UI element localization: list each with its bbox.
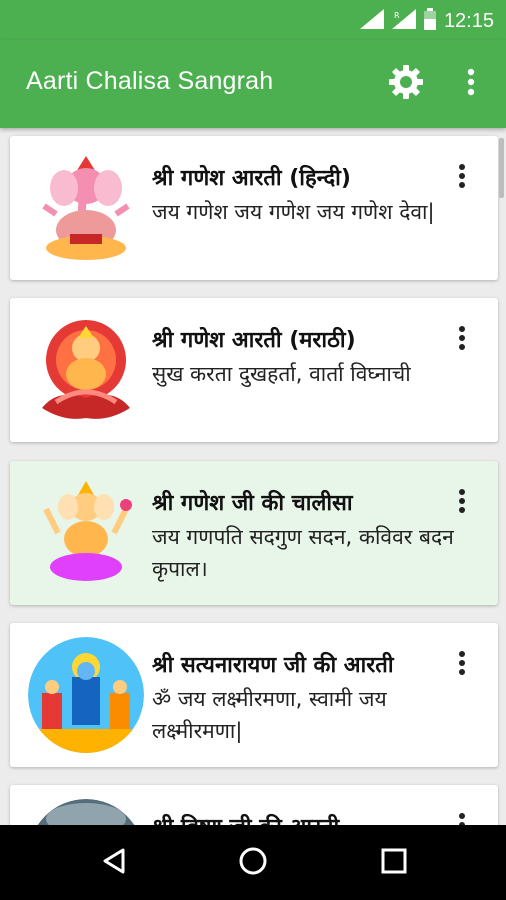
- more-options-button[interactable]: [456, 64, 486, 104]
- recents-button[interactable]: [374, 843, 414, 883]
- more-vert-icon: [458, 163, 466, 193]
- back-icon: [101, 847, 127, 879]
- satyanarayan-image: [28, 637, 144, 753]
- home-button[interactable]: [233, 843, 273, 883]
- ganesh-idol-image: [28, 150, 144, 266]
- item-menu-button[interactable]: [450, 324, 474, 356]
- app-title: Aarti Chalisa Sangrah: [26, 67, 274, 95]
- item-title: श्री गणेश जी की चालीसा: [152, 491, 353, 516]
- signal-icon: R: [391, 9, 416, 33]
- battery-icon: [423, 8, 436, 34]
- list-item[interactable]: श्री सत्यनारायण जी की आरती ॐ जय लक्ष्मीर…: [10, 623, 498, 767]
- navigation-bar: [0, 825, 506, 900]
- scrollbar[interactable]: [499, 138, 504, 198]
- settings-icon: [388, 64, 424, 104]
- item-menu-button[interactable]: [450, 811, 474, 825]
- status-time: 12:15: [443, 9, 494, 32]
- app-bar: Aarti Chalisa Sangrah: [0, 40, 506, 128]
- more-vert-icon: [458, 325, 466, 355]
- item-text: सुख करता दुखहर्ता, वार्ता विघ्नाची: [152, 362, 411, 386]
- item-title: श्री सत्यनारायण जी की आरती: [152, 653, 394, 678]
- list-item[interactable]: श्री विष्णु जी की आरती: [10, 785, 498, 825]
- item-text: जय गणपति सदगुण सदन, कविवर बदन कृपाल।: [152, 525, 454, 581]
- vishnu-image: [28, 799, 144, 825]
- item-menu-button[interactable]: [450, 649, 474, 681]
- list-item[interactable]: श्री गणेश आरती (हिन्दी) जय गणेश जय गणेश …: [10, 136, 498, 280]
- wifi-icon: [359, 9, 384, 33]
- item-text: जय गणेश जय गणेश जय गणेश देवा|: [152, 200, 435, 224]
- list-item[interactable]: श्री गणेश आरती (मराठी) सुख करता दुखहर्ता…: [10, 298, 498, 442]
- settings-button[interactable]: [386, 64, 426, 104]
- status-bar: R 12:15: [0, 0, 506, 40]
- more-vert-icon: [458, 650, 466, 680]
- ganesh-seated-image: [28, 475, 144, 591]
- item-menu-button[interactable]: [450, 162, 474, 194]
- more-vert-icon: [458, 812, 466, 825]
- back-button[interactable]: [94, 843, 134, 883]
- item-title: श्री विष्णु जी की आरती: [152, 811, 442, 825]
- list-item[interactable]: श्री गणेश जी की चालीसा जय गणपति सदगुण सद…: [10, 461, 498, 605]
- home-icon: [238, 846, 268, 880]
- item-title: श्री गणेश आरती (मराठी): [152, 328, 356, 353]
- item-title: श्री गणेश आरती (हिन्दी): [152, 166, 351, 191]
- item-text: ॐ जय लक्ष्मीरमणा, स्वामी जय लक्ष्मीरमणा|: [152, 687, 387, 743]
- svg-text:R: R: [394, 11, 400, 20]
- ganesh-lotus-image: [28, 312, 144, 428]
- recents-icon: [381, 848, 407, 878]
- more-vert-icon: [467, 68, 475, 100]
- aarti-list[interactable]: श्री गणेश आरती (हिन्दी) जय गणेश जय गणेश …: [0, 128, 506, 825]
- item-menu-button[interactable]: [450, 487, 474, 519]
- more-vert-icon: [458, 488, 466, 518]
